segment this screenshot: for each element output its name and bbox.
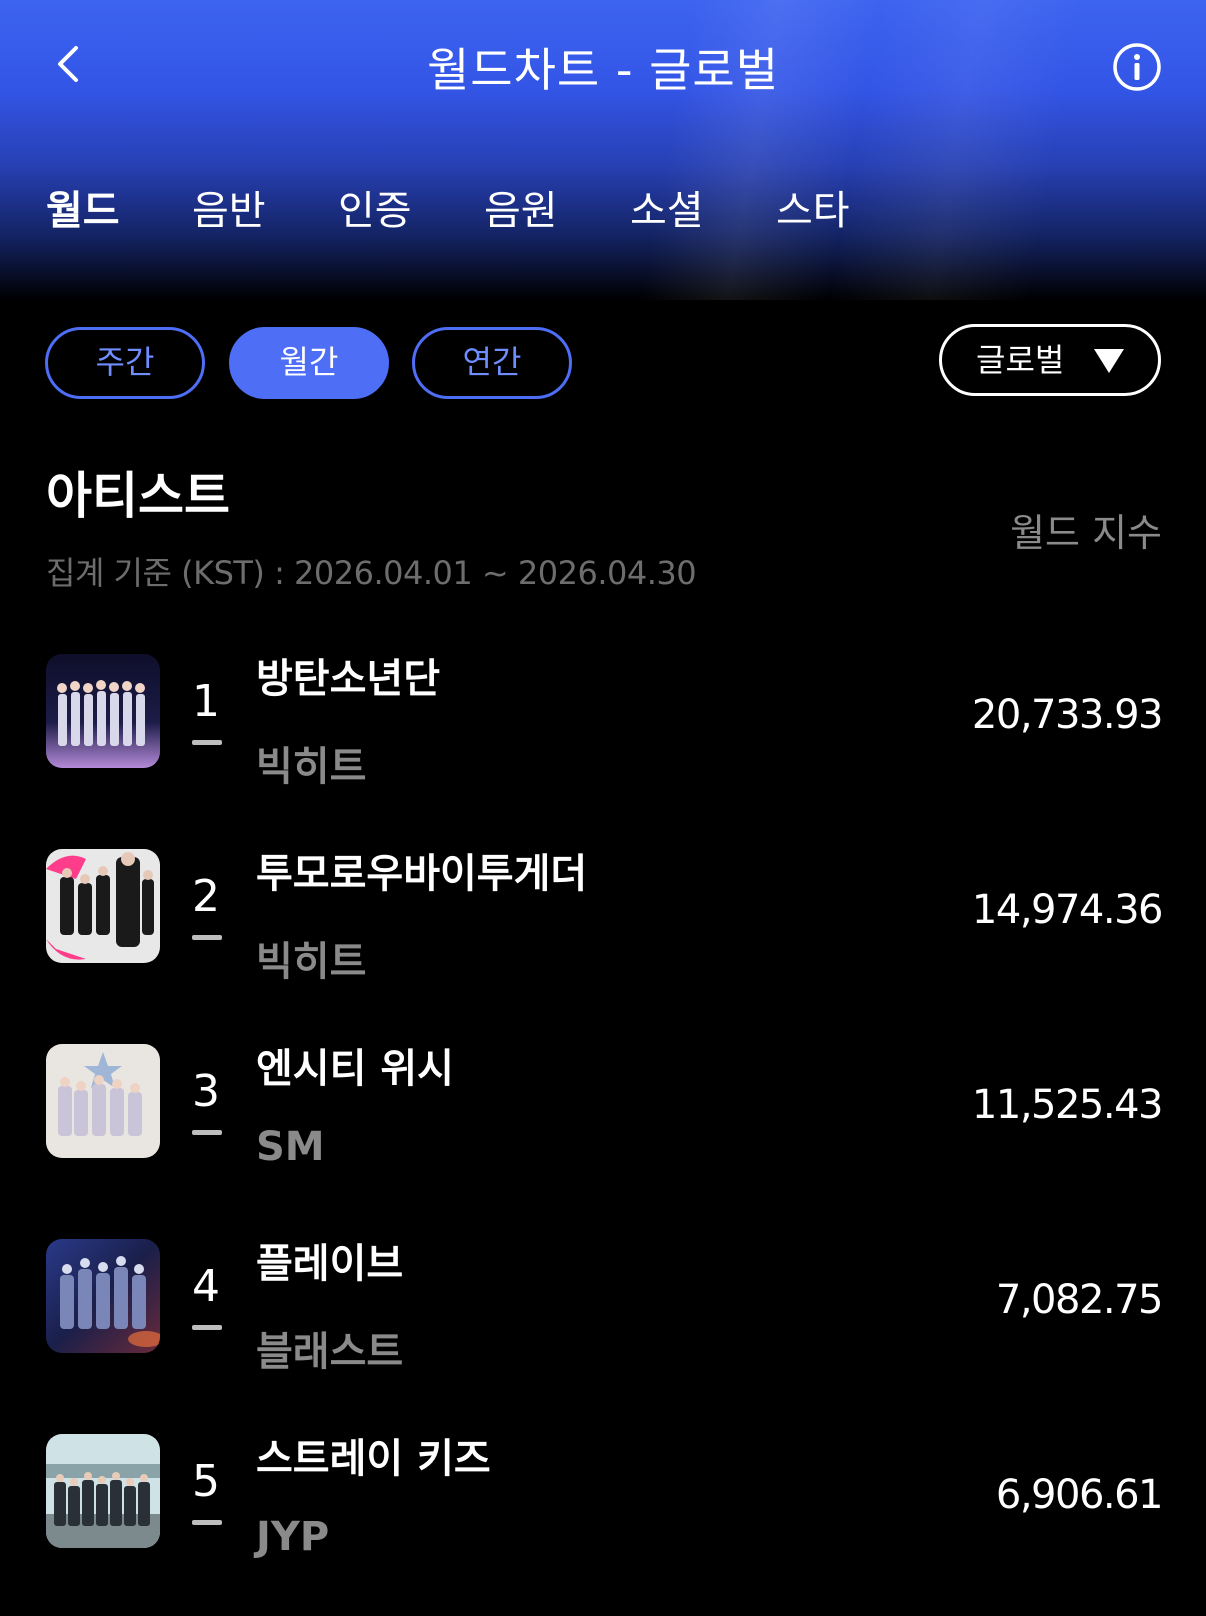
rank-change-indicator	[192, 1130, 222, 1135]
rank-change-indicator	[192, 1325, 222, 1330]
rank-number: 1	[192, 676, 220, 727]
ranking-row[interactable]: 5 스트레이 키즈 JYP 6,906.61	[0, 1434, 1206, 1614]
score-column-header: 월드 지수	[1010, 511, 1162, 555]
app-screen: 월드차트 - 글로벌 월드 음반 인증 음원 소셜 스타 주간 월간 연간 글로…	[0, 0, 1206, 1616]
world-score: 7,082.75	[995, 1277, 1164, 1323]
tab-digital[interactable]: 음원	[484, 178, 558, 236]
ranking-row[interactable]: 3 엔시티 위시 SM 11,525.43	[0, 1044, 1206, 1224]
rank-change-indicator	[192, 1520, 222, 1525]
filter-monthly-button[interactable]: 월간	[229, 327, 389, 399]
rank-change-indicator	[192, 935, 222, 940]
agency-name: 빅히트	[256, 744, 367, 790]
filter-yearly-button[interactable]: 연간	[412, 327, 572, 399]
artist-thumbnail	[46, 1434, 160, 1548]
world-score: 11,525.43	[971, 1082, 1164, 1128]
agency-name: 블래스트	[256, 1329, 404, 1375]
rank-number: 2	[192, 871, 220, 922]
artist-thumbnail	[46, 849, 160, 963]
region-dropdown-value: 글로벌	[976, 341, 1065, 379]
ranking-row[interactable]: 1 방탄소년단 빅히트 20,733.93	[0, 654, 1206, 834]
ranking-row[interactable]: 4 플레이브 블래스트 7,082.75	[0, 1239, 1206, 1419]
rank-number: 3	[192, 1066, 220, 1117]
tab-certification[interactable]: 인증	[338, 178, 412, 236]
artist-thumbnail	[46, 1239, 160, 1353]
triangle-down-icon	[1094, 349, 1124, 373]
rank-change-indicator	[192, 740, 222, 745]
aggregation-period: 집계 기준 (KST) : 2026.04.01 ~ 2026.04.30	[46, 554, 697, 592]
artist-name: 엔시티 위시	[256, 1046, 454, 1092]
agency-name: JYP	[256, 1514, 330, 1560]
artist-thumbnail	[46, 1044, 160, 1158]
info-icon	[1113, 43, 1161, 91]
artist-name: 투모로우바이투게더	[256, 851, 588, 897]
rank-number: 4	[192, 1261, 220, 1312]
tab-world[interactable]: 월드	[46, 178, 120, 236]
tab-star[interactable]: 스타	[776, 178, 850, 236]
tab-social[interactable]: 소셜	[630, 178, 704, 236]
artist-name: 스트레이 키즈	[256, 1436, 491, 1482]
artist-name: 방탄소년단	[256, 656, 440, 702]
world-score: 20,733.93	[971, 692, 1164, 738]
agency-name: 빅히트	[256, 939, 367, 985]
top-bar: 월드차트 - 글로벌	[0, 20, 1206, 110]
filter-weekly-button[interactable]: 주간	[45, 327, 205, 399]
artist-name: 플레이브	[256, 1241, 404, 1287]
tab-album[interactable]: 음반	[192, 178, 266, 236]
agency-name: SM	[256, 1124, 325, 1170]
region-dropdown[interactable]: 글로벌	[939, 324, 1161, 396]
world-score: 14,974.36	[971, 887, 1164, 933]
world-score: 6,906.61	[995, 1472, 1164, 1518]
artist-thumbnail	[46, 654, 160, 768]
page-title: 월드차트 - 글로벌	[426, 43, 780, 97]
ranking-row[interactable]: 2 투모로우바이투게더 빅히트 14,974.36	[0, 849, 1206, 1029]
info-button[interactable]	[1112, 42, 1162, 92]
section-title: 아티스트	[46, 467, 230, 525]
rank-number: 5	[192, 1456, 220, 1507]
